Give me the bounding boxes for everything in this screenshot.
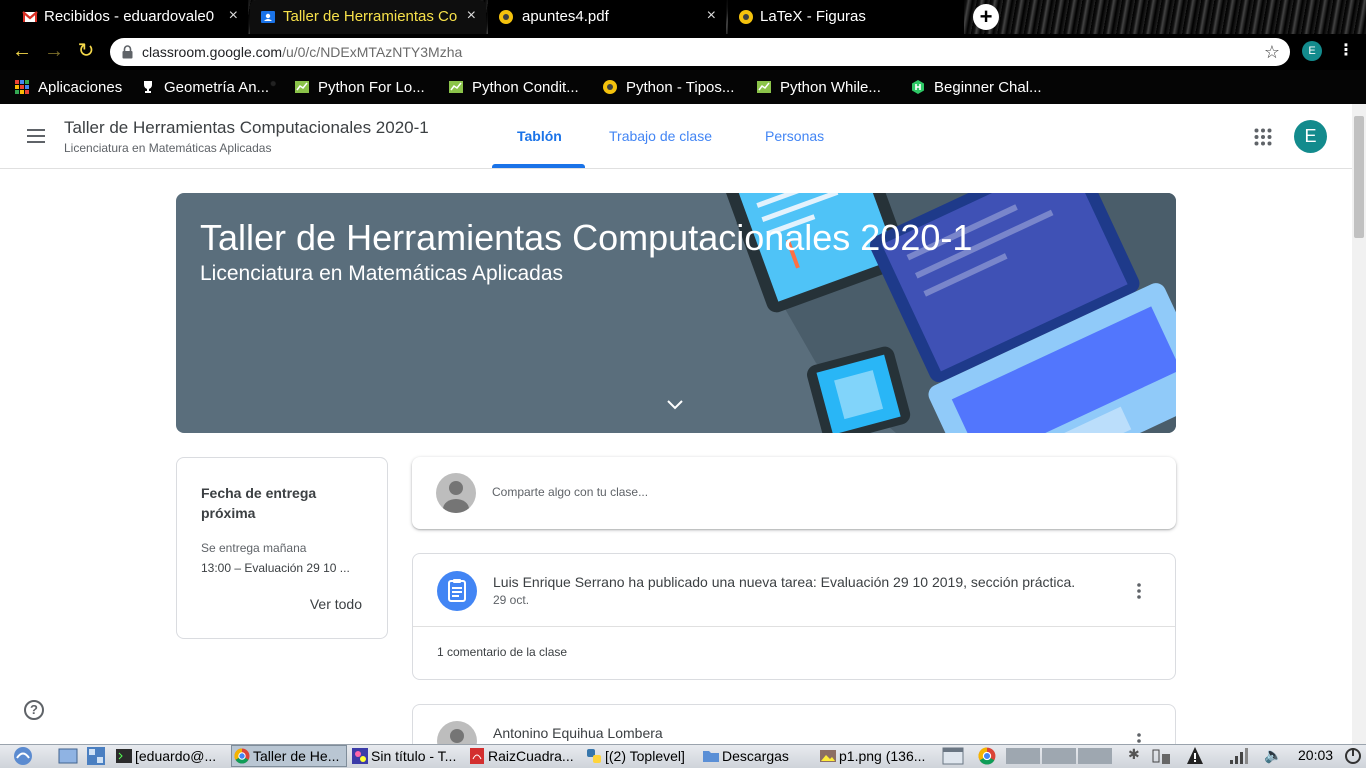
google-apps-icon[interactable] bbox=[1254, 128, 1272, 146]
banner-subtitle: Licenciatura en Matemáticas Aplicadas bbox=[200, 262, 564, 285]
view-all-button[interactable]: Ver todo bbox=[310, 596, 362, 612]
pdf-icon bbox=[470, 748, 484, 764]
tab-title: LaTeX - Figuras bbox=[760, 8, 866, 25]
hackerrank-icon bbox=[912, 80, 924, 94]
warning-icon[interactable] bbox=[1186, 746, 1204, 766]
chart-icon bbox=[757, 81, 771, 93]
post-title[interactable]: Luis Enrique Serrano ha publicado una nu… bbox=[493, 574, 1075, 590]
network-icon[interactable] bbox=[1150, 746, 1174, 766]
scrollbar-thumb[interactable] bbox=[1354, 116, 1364, 238]
globe-icon bbox=[739, 10, 753, 24]
cpu-monitor-icon bbox=[1006, 748, 1112, 764]
trophy-icon bbox=[144, 81, 152, 93]
bookmark-beginner[interactable]: Beginner Chal... bbox=[910, 77, 1042, 97]
taskbar-item-python[interactable]: [(2) Toplevel] bbox=[584, 745, 700, 767]
lock-icon bbox=[122, 45, 133, 59]
upcoming-due-card: Fecha de entrega próxima Se entrega maña… bbox=[176, 457, 388, 639]
start-menu-icon[interactable] bbox=[12, 746, 34, 766]
new-tab-button[interactable]: + bbox=[973, 4, 999, 30]
bookmark-geometria[interactable]: Geometría An... bbox=[140, 77, 269, 97]
browser-tab-apuntes[interactable]: apuntes4.pdf × bbox=[488, 0, 726, 34]
bookmark-aplicaciones[interactable]: Aplicaciones bbox=[14, 77, 122, 97]
signal-strength-icon[interactable] bbox=[1228, 746, 1248, 766]
post-author[interactable]: Antonino Equihua Lombera bbox=[493, 725, 663, 741]
chevron-down-icon[interactable] bbox=[666, 398, 684, 410]
classroom-icon bbox=[261, 11, 275, 23]
default-avatar-icon bbox=[436, 473, 476, 513]
browser-tab-latex[interactable]: LaTeX - Figuras bbox=[728, 0, 964, 34]
url-text: classroom.google.com/u/0/c/NDExMTAzNTY3M… bbox=[142, 44, 463, 60]
bookmark-python-condit[interactable]: Python Condit... bbox=[448, 77, 579, 97]
menu-icon[interactable] bbox=[26, 128, 46, 144]
taskbar-item-chrome[interactable]: Taller de He... bbox=[231, 745, 347, 767]
browser-menu-icon[interactable]: ⋮ bbox=[1338, 40, 1354, 60]
window-list-icon[interactable] bbox=[942, 747, 964, 765]
taskbar-item-image-viewer[interactable]: p1.png (136... bbox=[818, 745, 936, 767]
close-icon[interactable]: × bbox=[707, 7, 716, 25]
upcoming-title: Fecha de entrega próxima bbox=[201, 485, 317, 521]
close-icon[interactable]: × bbox=[467, 7, 476, 25]
tab-title: apuntes4.pdf bbox=[522, 8, 609, 25]
address-bar[interactable]: classroom.google.com/u/0/c/NDExMTAzNTY3M… bbox=[110, 38, 1290, 66]
course-title[interactable]: Taller de Herramientas Computacionales 2… bbox=[64, 118, 429, 138]
user-avatar[interactable]: E bbox=[1294, 120, 1327, 153]
active-tab-indicator bbox=[492, 164, 585, 168]
taskbar-item-folder[interactable]: Descargas bbox=[701, 745, 817, 767]
assignment-icon bbox=[437, 571, 477, 611]
help-icon[interactable]: ? bbox=[24, 700, 44, 720]
globe-icon bbox=[499, 10, 513, 24]
power-icon[interactable] bbox=[1344, 746, 1362, 766]
share-placeholder: Comparte algo con tu clase... bbox=[492, 485, 649, 499]
banner-title: Taller de Herramientas Computacionales 2… bbox=[200, 217, 973, 258]
tab-title: Recibidos - eduardovale0 bbox=[44, 8, 215, 25]
stream-post[interactable]: Luis Enrique Serrano ha publicado una nu… bbox=[412, 553, 1176, 680]
paint-icon bbox=[352, 748, 368, 764]
show-desktop-icon[interactable] bbox=[58, 747, 78, 765]
taskbar-item-paint[interactable]: Sin título - T... bbox=[350, 745, 466, 767]
bookmark-python-while[interactable]: Python While... bbox=[756, 77, 881, 97]
apps-grid-icon bbox=[15, 80, 29, 94]
taskbar-item-terminal[interactable]: [eduardo@... bbox=[114, 745, 230, 767]
reload-icon[interactable]: ↻ bbox=[76, 41, 96, 61]
gmail-icon bbox=[22, 11, 38, 22]
forward-arrow-icon[interactable]: → bbox=[44, 41, 64, 61]
class-comments-link[interactable]: 1 comentario de la clase bbox=[437, 645, 567, 659]
clock[interactable]: 20:03 bbox=[1298, 747, 1333, 763]
chrome-icon bbox=[234, 748, 250, 764]
due-assignment-link[interactable]: 13:00 – Evaluación 29 10 ... bbox=[201, 561, 365, 575]
browser-profile-avatar[interactable]: E bbox=[1302, 41, 1322, 61]
tab-personas[interactable]: Personas bbox=[765, 128, 824, 144]
share-announcement-box[interactable]: Comparte algo con tu clase... bbox=[412, 457, 1176, 529]
tab-title: Taller de Herramientas Co bbox=[283, 8, 458, 25]
divider bbox=[413, 626, 1175, 627]
folder-icon bbox=[703, 751, 719, 762]
chart-icon bbox=[449, 81, 463, 93]
bookmark-python-for[interactable]: Python For Lo... bbox=[294, 77, 425, 97]
bookmark-python-tipos[interactable]: Python - Tipos... bbox=[602, 77, 734, 97]
python-icon bbox=[587, 749, 601, 763]
post-date: 29 oct. bbox=[493, 593, 530, 607]
globe-icon bbox=[603, 80, 617, 94]
chart-icon bbox=[295, 81, 309, 93]
close-icon[interactable]: × bbox=[229, 7, 238, 25]
browser-tab-classroom[interactable]: Taller de Herramientas Co × bbox=[250, 0, 486, 34]
taskbar-item-pdf[interactable]: RaizCuadra... bbox=[467, 745, 583, 767]
course-subtitle: Licenciatura en Matemáticas Aplicadas bbox=[64, 141, 272, 155]
volume-icon[interactable]: 🔈 bbox=[1264, 746, 1283, 764]
tab-trabajo-de-clase[interactable]: Trabajo de clase bbox=[609, 128, 712, 144]
browser-tab-gmail[interactable]: Recibidos - eduardovale0 × bbox=[0, 0, 248, 34]
class-banner: Taller de Herramientas Computacionales 2… bbox=[176, 193, 1176, 433]
image-viewer-icon bbox=[820, 750, 836, 762]
due-date-label: Se entrega mañana bbox=[201, 541, 307, 555]
back-arrow-icon[interactable]: ← bbox=[12, 41, 32, 61]
bookmark-star-icon[interactable]: ☆ bbox=[1264, 42, 1280, 63]
tab-tablon[interactable]: Tablón bbox=[517, 128, 562, 144]
more-options-icon[interactable] bbox=[1137, 583, 1141, 599]
chrome-icon[interactable] bbox=[978, 747, 996, 765]
terminal-icon bbox=[116, 749, 132, 763]
workspace-switcher-icon[interactable] bbox=[86, 746, 106, 766]
bluetooth-icon[interactable]: ✱ bbox=[1128, 746, 1140, 763]
